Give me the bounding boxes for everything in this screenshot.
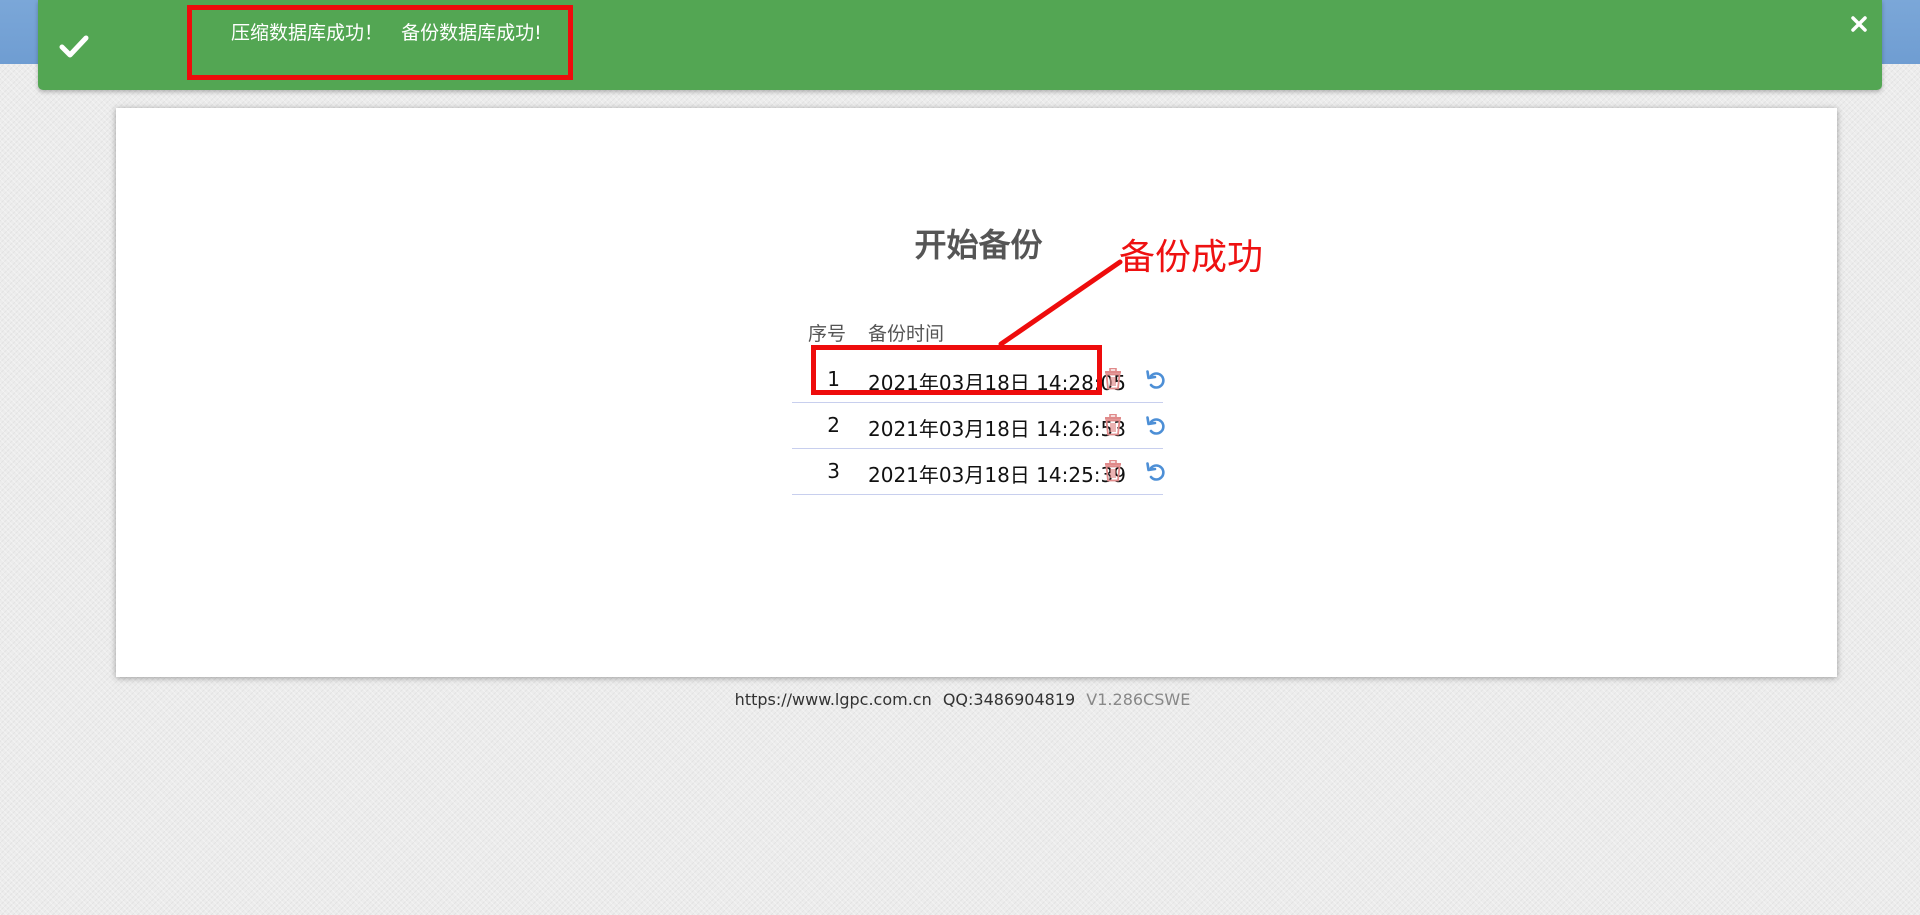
annotation-box-first-row <box>811 345 1102 395</box>
restore-icon[interactable] <box>1145 368 1167 390</box>
annotation-box-message <box>187 5 573 80</box>
table-row: 3 2021年03月18日 14:25:39 <box>792 449 1165 495</box>
row-backup-time: 2021年03月18日 14:26:53 <box>868 417 1126 441</box>
page-title: 开始备份 <box>914 226 1043 264</box>
restore-icon[interactable] <box>1145 414 1167 436</box>
trash-icon[interactable] <box>1103 368 1123 390</box>
row-index: 2 <box>827 413 840 437</box>
footer: https://www.lgpc.com.cn QQ:3486904819 V1… <box>0 690 1920 710</box>
table-row: 2 2021年03月18日 14:26:53 <box>792 403 1165 449</box>
row-backup-time: 2021年03月18日 14:25:39 <box>868 463 1126 487</box>
restore-icon[interactable] <box>1145 460 1167 482</box>
column-header-index: 序号 <box>808 323 847 345</box>
backup-table: 序号 备份时间 1 2021年03月18日 14:28:05 2 2021年03… <box>792 311 1165 495</box>
footer-version: V1.286CSWE <box>1086 690 1191 709</box>
check-icon <box>59 35 89 58</box>
footer-site-link: https://www.lgpc.com.cn <box>734 690 932 709</box>
column-header-backup-time: 备份时间 <box>868 323 945 345</box>
footer-qq: QQ:3486904819 <box>942 690 1076 709</box>
row-index: 3 <box>827 459 840 483</box>
trash-icon[interactable] <box>1103 460 1123 482</box>
trash-icon[interactable] <box>1103 414 1123 436</box>
annotation-label: 备份成功 <box>1119 237 1264 278</box>
close-icon[interactable] <box>1848 13 1870 35</box>
